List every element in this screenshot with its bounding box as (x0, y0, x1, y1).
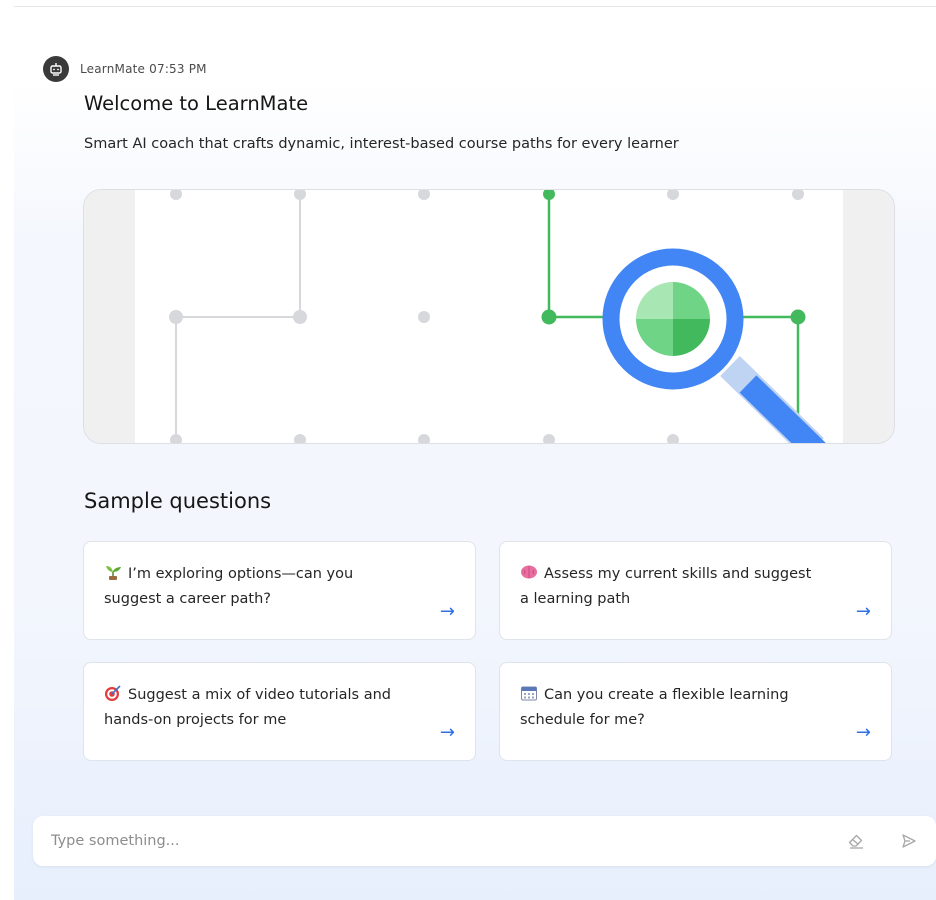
message-input[interactable] (51, 816, 811, 866)
sample-question-card[interactable]: Can you create a flexible learning sched… (499, 662, 892, 761)
arrow-right-icon: → (855, 601, 871, 622)
question-text: I’m exploring options—can you suggest a … (104, 566, 354, 607)
message-header: LearnMate 07:53 PM (43, 56, 207, 82)
arrow-right-icon: → (855, 722, 871, 743)
brain-icon (521, 565, 537, 579)
welcome-title: Welcome to LearnMate (84, 92, 309, 115)
question-text: Suggest a mix of video tutorials and han… (104, 687, 391, 728)
sample-question-card[interactable]: I’m exploring options—can you suggest a … (83, 541, 476, 640)
sample-questions-title: Sample questions (84, 489, 272, 513)
top-divider (14, 6, 936, 7)
question-text: Can you create a flexible learning sched… (520, 687, 789, 728)
hero-illustration (83, 189, 895, 444)
welcome-subtitle: Smart AI coach that crafts dynamic, inte… (84, 136, 679, 152)
chat-page: LearnMate 07:53 PM Welcome to LearnMate … (14, 0, 936, 900)
robot-icon (43, 56, 69, 82)
target-icon (105, 685, 121, 701)
eraser-icon[interactable] (846, 831, 866, 851)
seedling-icon (106, 566, 121, 580)
magnifying-glass-path-illustration (84, 190, 894, 443)
message-composer (33, 816, 936, 866)
sender-timestamp: LearnMate 07:53 PM (80, 62, 207, 76)
calendar-icon (521, 686, 537, 701)
arrow-right-icon: → (439, 722, 455, 743)
sample-question-card[interactable]: Suggest a mix of video tutorials and han… (83, 662, 476, 761)
arrow-right-icon: → (439, 601, 455, 622)
question-text: Assess my current skills and suggest a l… (520, 566, 812, 607)
sample-question-card[interactable]: Assess my current skills and suggest a l… (499, 541, 892, 640)
send-icon[interactable] (899, 831, 919, 851)
